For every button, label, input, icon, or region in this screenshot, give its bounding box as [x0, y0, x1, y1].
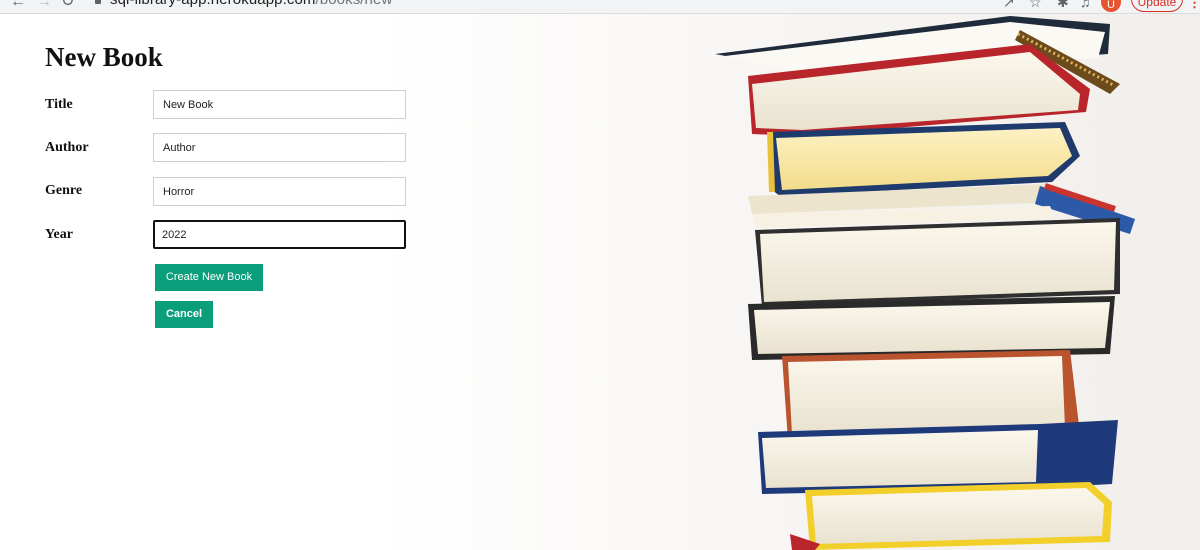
arrow-left-icon[interactable]: ← [10, 0, 26, 10]
page-title: New Book [45, 42, 163, 72]
arrow-right-icon[interactable]: → [36, 0, 52, 10]
genre-input[interactable] [153, 177, 406, 206]
lock-icon[interactable] [95, 0, 101, 4]
book-large-cream [755, 218, 1120, 306]
profile-avatar[interactable]: U [1101, 0, 1121, 12]
genre-label: Genre [45, 183, 83, 198]
update-button[interactable]: Update [1131, 0, 1183, 12]
author-label: Author [45, 140, 89, 155]
kebab-menu-icon[interactable]: ⋮ [1188, 0, 1200, 10]
title-label: Title [45, 97, 73, 112]
cancel-button[interactable]: Cancel [155, 301, 213, 328]
star-icon[interactable]: ☆ [1029, 0, 1042, 10]
puzzle-icon[interactable]: ✱ [1057, 0, 1069, 10]
author-input[interactable] [153, 133, 406, 162]
book-stack-illustration [715, 16, 1135, 550]
create-book-button[interactable]: Create New Book [155, 264, 263, 291]
title-input[interactable] [153, 90, 406, 119]
book-yellow [805, 482, 1112, 550]
reload-icon[interactable]: ↻ [61, 0, 74, 10]
url-text[interactable]: sql-library-app.herokuapp.com/books/new [110, 0, 392, 8]
year-label: Year [45, 227, 73, 242]
media-icon[interactable]: ♫ [1080, 0, 1091, 10]
browser-toolbar: ← → ↻ sql-library-app.herokuapp.com/book… [0, 0, 1200, 14]
year-input[interactable] [153, 220, 406, 249]
share-icon[interactable]: ↗ [1003, 0, 1015, 10]
